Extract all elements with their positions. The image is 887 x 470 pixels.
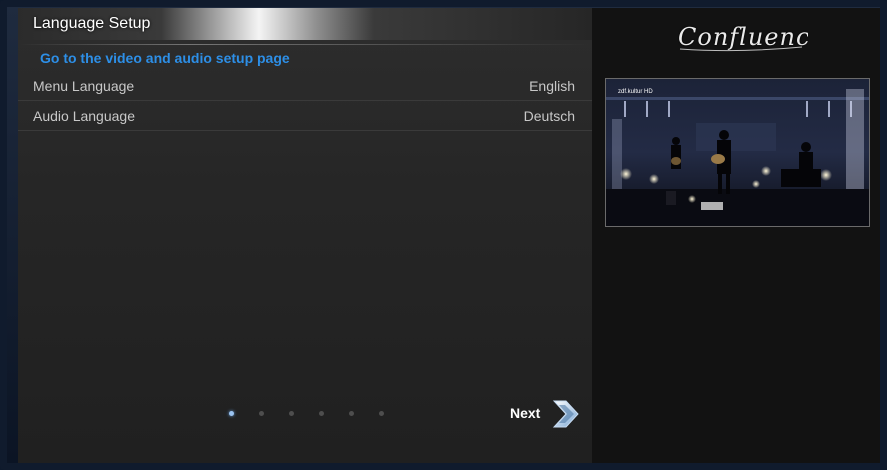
page-dot [319, 411, 324, 416]
header-divider [18, 44, 592, 45]
setting-row-audio-language[interactable]: Audio Language Deutsch [18, 102, 592, 131]
setting-value: English [529, 78, 575, 94]
svg-text:Confluence: Confluence [678, 23, 808, 51]
page-dot [349, 411, 354, 416]
video-audio-setup-link[interactable]: Go to the video and audio setup page [40, 50, 290, 66]
video-preview[interactable]: zdf.kultur HD [605, 78, 870, 227]
setting-label: Audio Language [33, 108, 135, 124]
next-label: Next [510, 405, 541, 421]
setting-row-menu-language[interactable]: Menu Language English [18, 72, 592, 101]
page-dot [289, 411, 294, 416]
setting-label: Menu Language [33, 78, 135, 94]
confluence-logo: Confluence [678, 20, 825, 60]
page-dot [379, 411, 384, 416]
page-title: Language Setup [33, 15, 151, 32]
setting-value: Deutsch [523, 108, 575, 124]
setup-panel: Language Setup Go to the video and audio… [18, 8, 592, 463]
page-dot [229, 411, 234, 416]
next-button[interactable]: Next [510, 399, 586, 429]
concert-stage-image [606, 79, 869, 226]
sidebar: Confluence [592, 8, 880, 463]
channel-tag: zdf.kultur HD [618, 89, 653, 95]
page-dot [259, 411, 264, 416]
confluence-logo-image: Confluence [678, 23, 825, 52]
chevron-right-icon [552, 400, 579, 428]
